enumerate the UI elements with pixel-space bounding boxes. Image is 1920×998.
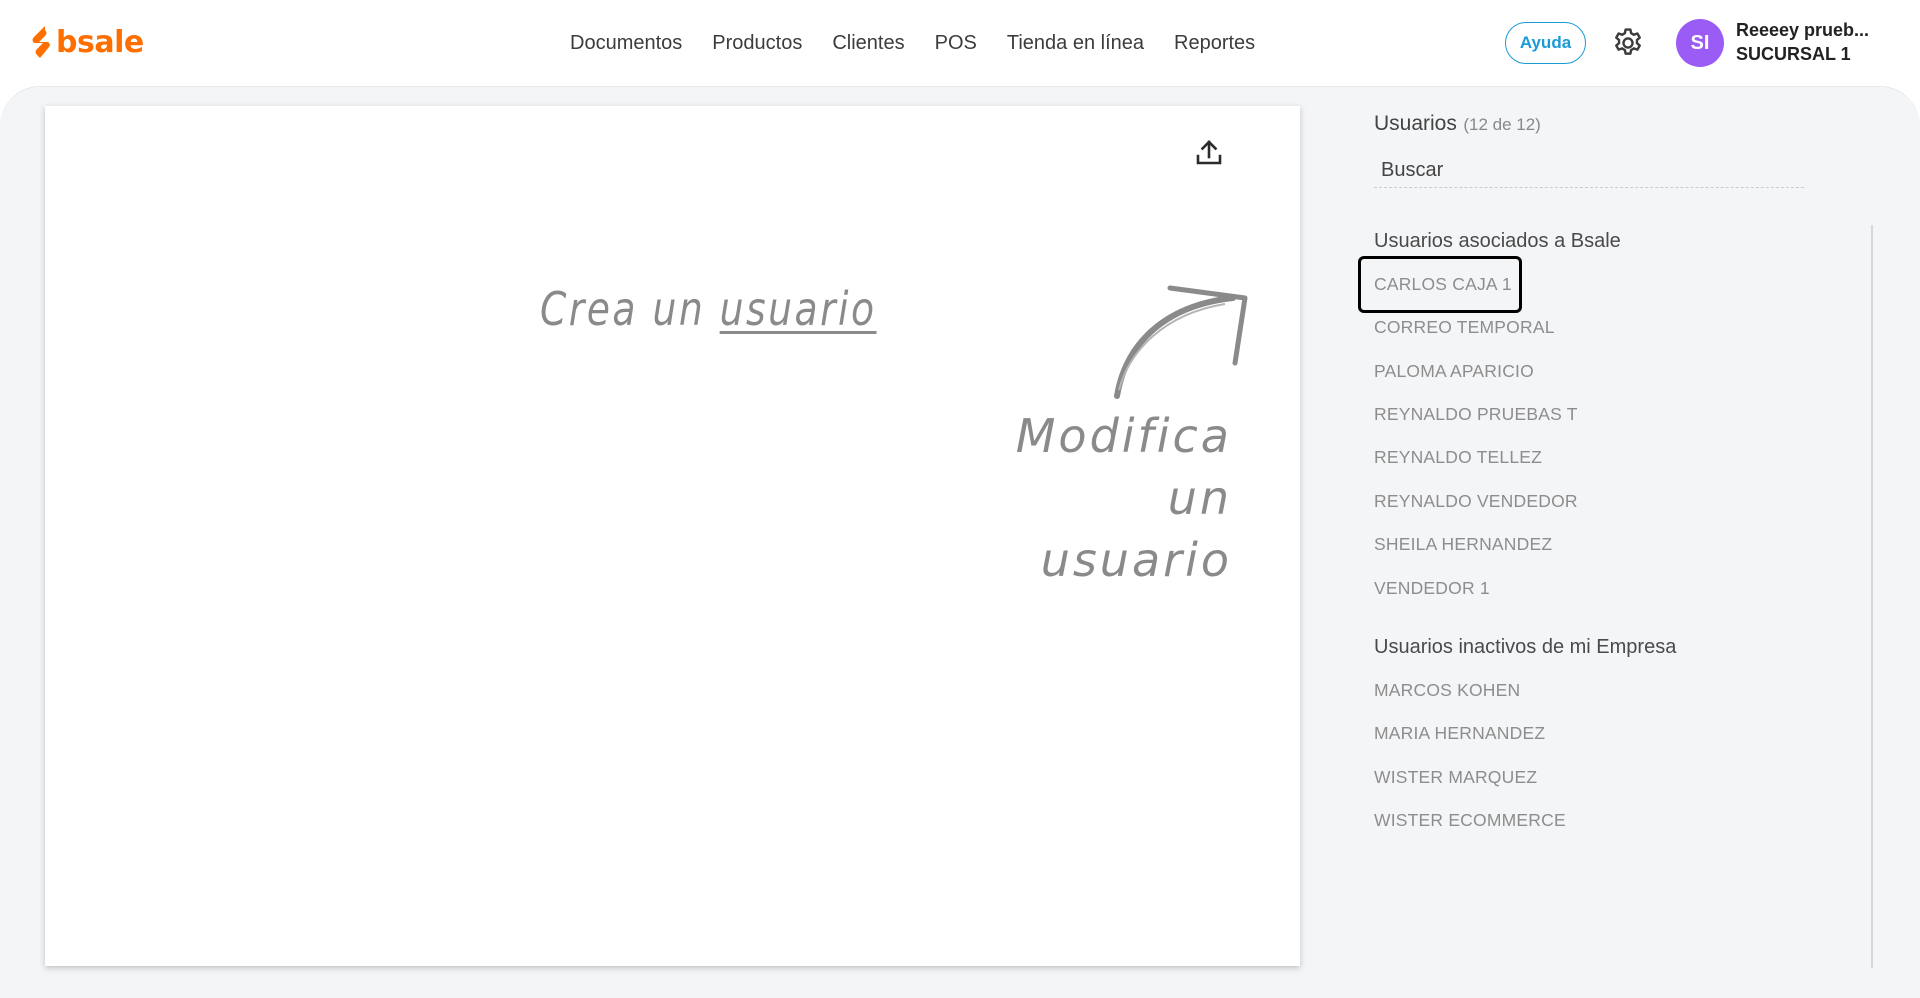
branch-name: SUCURSAL 1 [1736, 44, 1851, 64]
upload-icon[interactable] [1193, 136, 1225, 168]
panel-title: Usuarios [1374, 112, 1457, 135]
user-item-vendedor-1[interactable]: VENDEDOR 1 [1374, 566, 1874, 609]
nav-documentos[interactable]: Documentos [570, 32, 682, 55]
modify-user-hint: Modifica un usuario [960, 405, 1232, 591]
logo-text: bsale [56, 24, 144, 60]
panel-header: Usuarios (12 de 12) [1374, 112, 1874, 136]
top-navbar: bsale Documentos Productos Clientes POS … [0, 0, 1920, 86]
panel-scrollbar[interactable] [1871, 225, 1873, 968]
create-user-link[interactable]: usuario [720, 282, 877, 336]
nav-pos[interactable]: POS [935, 32, 977, 55]
help-button[interactable]: Ayuda [1505, 22, 1586, 64]
create-user-hint: Crea un usuario [540, 282, 877, 336]
modify-user-hint-line2: usuario [1040, 533, 1232, 587]
create-user-hint-text: Crea un [540, 282, 706, 336]
user-item-wister-marquez[interactable]: WISTER MARQUEZ [1374, 756, 1874, 799]
user-item-reynaldo-tellez[interactable]: REYNALDO TELLEZ [1374, 436, 1874, 479]
associated-users-title: Usuarios asociados a Bsale [1374, 230, 1621, 252]
nav-reportes[interactable]: Reportes [1174, 32, 1255, 55]
nav-clientes[interactable]: Clientes [832, 32, 904, 55]
nav-tienda-en-linea[interactable]: Tienda en línea [1007, 32, 1144, 55]
user-item-paloma-aparicio[interactable]: PALOMA APARICIO [1374, 349, 1874, 392]
user-item-maria-hernandez[interactable]: MARIA HERNANDEZ [1374, 712, 1874, 755]
modify-user-hint-line1: Modifica un [1015, 409, 1232, 525]
curved-arrow-icon [1114, 285, 1248, 399]
user-item-carlos-caja-1[interactable]: CARLOS CAJA 1 [1358, 256, 1522, 313]
inactive-users-title: Usuarios inactivos de mi Empresa [1374, 635, 1677, 658]
user-item-correo-temporal[interactable]: CORREO TEMPORAL [1374, 306, 1874, 349]
associated-users-list: CARLOS CAJA 1 CORREO TEMPORAL PALOMA APA… [1358, 256, 1874, 610]
user-item-marcos-kohen[interactable]: MARCOS KOHEN [1374, 669, 1874, 712]
user-item-sheila-hernandez[interactable]: SHEILA HERNANDEZ [1374, 523, 1874, 566]
user-count: (12 de 12) [1463, 115, 1541, 134]
user-name: Reeeey prueb... [1736, 20, 1870, 40]
user-item-wister-ecommerce[interactable]: WISTER ECOMMERCE [1374, 799, 1874, 842]
main-nav: Documentos Productos Clientes POS Tienda… [570, 0, 1255, 86]
inactive-users-list: MARCOS KOHEN MARIA HERNANDEZ WISTER MARQ… [1374, 669, 1874, 843]
bsale-logo[interactable]: bsale [30, 24, 144, 60]
user-menu[interactable]: Reeeey prueb... SUCURSAL 1 [1736, 20, 1886, 65]
search-input[interactable] [1374, 154, 1804, 188]
avatar[interactable]: SI [1676, 19, 1724, 67]
users-panel: Usuarios (12 de 12) Usuarios asociados a… [1358, 112, 1874, 843]
nav-productos[interactable]: Productos [712, 32, 802, 55]
user-item-reynaldo-pruebas-t[interactable]: REYNALDO PRUEBAS T [1374, 393, 1874, 436]
gear-icon[interactable] [1611, 26, 1645, 60]
user-item-reynaldo-vendedor[interactable]: REYNALDO VENDEDOR [1374, 480, 1874, 523]
bsale-logo-icon [32, 26, 50, 58]
